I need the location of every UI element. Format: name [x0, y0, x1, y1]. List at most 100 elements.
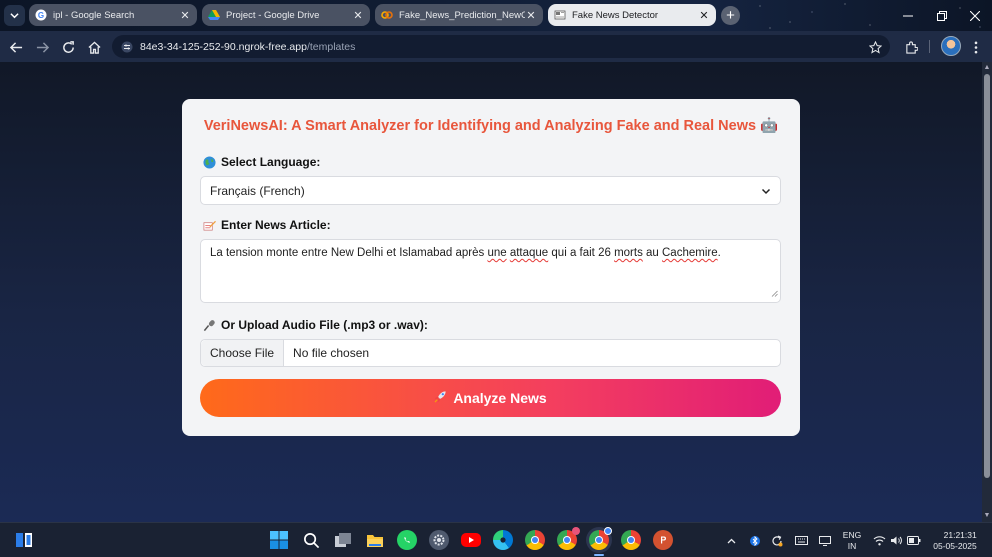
- widgets-icon: [16, 533, 32, 547]
- close-icon[interactable]: ✕: [698, 9, 710, 22]
- audio-file-input: Choose File No file chosen: [200, 339, 781, 367]
- windows-start-icon: [270, 531, 288, 549]
- widgets-button[interactable]: [14, 530, 34, 550]
- minimize-icon: [903, 15, 913, 16]
- bluetooth-icon: [750, 535, 760, 546]
- input-language-button[interactable]: ENG IN: [840, 523, 864, 557]
- chevron-down-icon: [10, 13, 19, 19]
- tab-fake-news-detector[interactable]: Fake News Detector ✕: [548, 4, 716, 26]
- analyze-news-button[interactable]: Analyze News: [200, 379, 781, 417]
- scroll-up-icon[interactable]: ▲: [983, 64, 991, 72]
- arrow-left-icon: [9, 41, 22, 53]
- language-select[interactable]: Français (French): [200, 176, 781, 205]
- tab-ipl-search[interactable]: G ipl - Google Search ✕: [29, 4, 197, 26]
- chrome-profile-icon: [563, 536, 571, 544]
- file-status: No file chosen: [293, 346, 370, 360]
- close-icon[interactable]: ✕: [352, 9, 364, 22]
- language-code: ENG: [842, 529, 862, 540]
- taskbar-search-button[interactable]: [301, 530, 321, 550]
- windows-start-button[interactable]: [269, 530, 289, 550]
- reload-button[interactable]: [59, 38, 77, 56]
- scroll-down-icon[interactable]: ▼: [983, 512, 991, 520]
- site-info-icon[interactable]: [120, 40, 134, 54]
- tab-title: ipl - Google Search: [53, 9, 135, 21]
- browser-menu-button[interactable]: [967, 38, 985, 56]
- youtube-icon: [469, 537, 474, 543]
- chrome-secondary-button[interactable]: [621, 530, 641, 550]
- microphone-icon: [202, 318, 216, 332]
- sync-icon: [772, 534, 783, 546]
- clock-date: 05-05-2025: [933, 540, 977, 551]
- google-drive-icon: [208, 9, 220, 21]
- page-scrollbar[interactable]: ▲ ▼: [982, 62, 992, 522]
- close-icon[interactable]: ✕: [525, 9, 537, 22]
- audio-label: Or Upload Audio File (.mp3 or .wav):: [221, 318, 428, 332]
- chrome-active-button[interactable]: [589, 527, 612, 550]
- sync-button[interactable]: [769, 523, 785, 557]
- chrome-profile-button[interactable]: [557, 527, 580, 550]
- region-code: IN: [847, 540, 857, 551]
- edge-button[interactable]: [493, 530, 513, 550]
- edge-icon: [500, 537, 506, 543]
- chrome-button[interactable]: [525, 530, 545, 550]
- choose-file-button[interactable]: Choose File: [201, 340, 285, 366]
- news-article-textarea[interactable]: La tension monte entre New Delhi et Isla…: [200, 239, 781, 303]
- forward-button[interactable]: [33, 38, 51, 56]
- page-title: VeriNewsAI: A Smart Analyzer for Identif…: [203, 118, 779, 134]
- task-view-button[interactable]: [333, 530, 353, 550]
- rocket-icon: [434, 390, 447, 406]
- back-button[interactable]: [7, 38, 25, 56]
- quick-settings-button[interactable]: [870, 523, 924, 557]
- tab-colab-notebook[interactable]: Fake_News_Prediction_NewC ✕: [375, 4, 543, 26]
- tab-title: Fake_News_Prediction_NewC: [399, 9, 525, 21]
- restore-button[interactable]: [925, 0, 959, 31]
- restore-icon: [937, 10, 947, 21]
- bookmark-button[interactable]: [866, 38, 884, 56]
- analyzer-card: VeriNewsAI: A Smart Analyzer for Identif…: [182, 99, 800, 436]
- home-button[interactable]: [85, 38, 103, 56]
- file-explorer-icon: [367, 535, 383, 547]
- address-bar[interactable]: 84e3-34-125-252-90.ngrok-free.app /templ…: [112, 35, 890, 58]
- analyze-label: Analyze News: [453, 390, 547, 406]
- new-tab-button[interactable]: +: [721, 6, 740, 25]
- bluetooth-button[interactable]: [748, 523, 762, 557]
- task-view-icon: [335, 533, 351, 547]
- display-button[interactable]: [817, 523, 833, 557]
- window-close-button[interactable]: [958, 0, 992, 31]
- extensions-button[interactable]: [902, 38, 920, 56]
- svg-text:G: G: [38, 11, 44, 20]
- clock-time: 21:21:31: [943, 529, 977, 540]
- more-vert-icon: [974, 41, 978, 53]
- youtube-button[interactable]: [461, 533, 481, 547]
- language-label-row: Select Language:: [202, 155, 320, 169]
- close-icon[interactable]: ✕: [179, 9, 191, 22]
- tray-overflow-button[interactable]: [724, 523, 738, 557]
- tab-google-drive[interactable]: Project - Google Drive ✕: [202, 4, 370, 26]
- file-explorer-button[interactable]: [365, 530, 385, 550]
- tab-search-button[interactable]: [4, 5, 25, 26]
- language-select-value: Français (French): [210, 183, 305, 198]
- whatsapp-button[interactable]: [397, 530, 417, 550]
- volume-icon: [891, 536, 902, 545]
- article-label-row: Enter News Article:: [202, 218, 331, 232]
- notification-badge: [572, 527, 580, 535]
- chevron-up-icon: [727, 538, 735, 543]
- powerpoint-button[interactable]: [653, 530, 673, 550]
- profile-avatar[interactable]: [941, 36, 961, 56]
- article-text: La tension monte entre New Delhi et Isla…: [210, 247, 721, 259]
- globe-icon: [202, 155, 216, 169]
- tab-title: Project - Google Drive: [226, 9, 320, 21]
- tab-title: Fake News Detector: [572, 9, 659, 21]
- keyboard-button[interactable]: [793, 523, 809, 557]
- toolbar-divider: [929, 40, 930, 53]
- audio-label-row: Or Upload Audio File (.mp3 or .wav):: [202, 318, 428, 332]
- whatsapp-icon: [404, 537, 410, 543]
- resize-handle-icon[interactable]: [771, 288, 778, 300]
- chrome-icon: [531, 536, 539, 544]
- clock-button[interactable]: 21:21:31 05-05-2025: [926, 523, 984, 557]
- minimize-button[interactable]: [891, 0, 925, 31]
- chrome-active-icon: [595, 536, 603, 544]
- scroll-thumb[interactable]: [984, 74, 990, 478]
- browser-tab-strip: G ipl - Google Search ✕ Project - Google…: [0, 0, 992, 31]
- settings-button[interactable]: [429, 530, 449, 550]
